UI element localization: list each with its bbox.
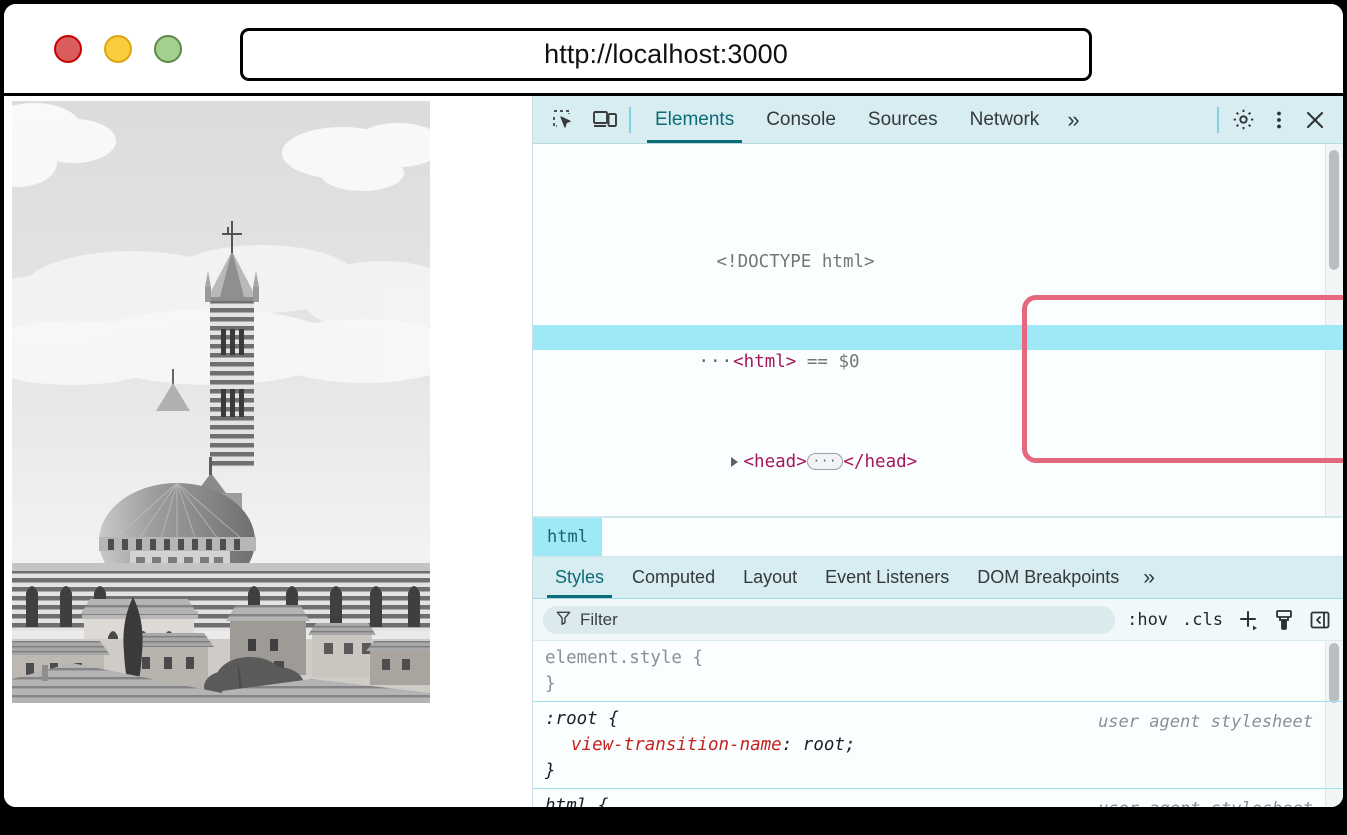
head-children-ellipsis[interactable]: ··· bbox=[806, 453, 844, 470]
toolbar-divider-right bbox=[1217, 106, 1219, 133]
cathedral-photo-graphic bbox=[12, 101, 430, 703]
element-style-selector[interactable]: element.style bbox=[545, 648, 682, 668]
html-collapsed-dots: ··· bbox=[698, 352, 734, 372]
gear-icon[interactable] bbox=[1227, 104, 1259, 136]
tab-network-label: Network bbox=[969, 108, 1040, 130]
tab-sources[interactable]: Sources bbox=[852, 96, 954, 143]
tab-styles[interactable]: Styles bbox=[541, 557, 618, 598]
styles-filter-bar: Filter :hov .cls bbox=[533, 599, 1343, 641]
tab-dom-breakpoints[interactable]: DOM Breakpoints bbox=[963, 557, 1133, 598]
tab-console[interactable]: Console bbox=[750, 96, 852, 143]
filter-funnel-icon bbox=[555, 609, 572, 631]
toolbar-divider bbox=[629, 106, 631, 133]
devtools-toolbar-right-icons bbox=[1227, 96, 1343, 143]
more-tabs-chevron-icon[interactable]: » bbox=[1055, 96, 1088, 143]
devtools-tabs: Elements Console Sources Network » bbox=[639, 96, 1209, 143]
address-bar-url: http://localhost:3000 bbox=[544, 39, 788, 69]
tab-event-listeners-label: Event Listeners bbox=[825, 567, 950, 587]
root-close-brace: } bbox=[545, 761, 556, 781]
dom-tree-panel[interactable]: <!DOCTYPE html> ···<html> == $0 <head> ··… bbox=[533, 144, 1343, 517]
paintbrush-icon[interactable] bbox=[1271, 607, 1297, 633]
tab-console-label: Console bbox=[766, 108, 836, 130]
breadcrumb-item-html[interactable]: html bbox=[533, 518, 602, 556]
root-declaration-line[interactable]: view-transition-name: root; bbox=[533, 732, 1343, 758]
root-selector[interactable]: :root bbox=[545, 709, 598, 729]
style-rule-html[interactable]: html { user agent stylesheet bbox=[533, 789, 1343, 807]
tab-dom-breakpoints-label: DOM Breakpoints bbox=[977, 567, 1120, 587]
tab-elements[interactable]: Elements bbox=[639, 96, 750, 143]
doctype-text: <!DOCTYPE html> bbox=[716, 252, 875, 272]
chevron-right-icon[interactable] bbox=[730, 457, 738, 467]
html-rule-selector[interactable]: html bbox=[545, 796, 587, 807]
devtools-toolbar: Elements Console Sources Network » bbox=[533, 96, 1343, 144]
head-close-tag: </head> bbox=[843, 452, 918, 472]
html-rule-origin: user agent stylesheet bbox=[1098, 796, 1313, 807]
styles-more-tabs-chevron-icon[interactable]: » bbox=[1133, 557, 1162, 598]
style-rule-root[interactable]: :root { user agent stylesheet view-trans… bbox=[533, 702, 1343, 789]
element-style-close-brace: } bbox=[545, 674, 556, 694]
tab-network[interactable]: Network bbox=[954, 96, 1056, 143]
styles-sidebar-tabs: Styles Computed Layout Event Listeners D… bbox=[533, 557, 1343, 599]
tab-elements-label: Elements bbox=[655, 108, 735, 130]
tab-computed-label: Computed bbox=[632, 567, 716, 587]
inspect-element-icon[interactable] bbox=[547, 104, 579, 136]
tab-layout[interactable]: Layout bbox=[729, 557, 811, 598]
devtools-toolbar-left-icons bbox=[533, 96, 621, 143]
html-tag: <html> bbox=[733, 352, 797, 372]
filter-input[interactable]: Filter bbox=[543, 605, 1116, 634]
html-selected-marker: == $0 bbox=[806, 352, 860, 372]
kebab-menu-icon[interactable] bbox=[1263, 104, 1295, 136]
address-bar[interactable]: http://localhost:3000 bbox=[240, 28, 1092, 81]
window-controls bbox=[54, 34, 182, 63]
root-property-name[interactable]: view-transition-name bbox=[571, 735, 782, 755]
tab-sources-label: Sources bbox=[867, 108, 938, 130]
close-window-button[interactable] bbox=[54, 34, 82, 63]
device-toolbar-icon[interactable] bbox=[589, 104, 621, 136]
browser-titlebar: http://localhost:3000 bbox=[4, 4, 1343, 96]
minimize-window-button[interactable] bbox=[104, 34, 132, 63]
tab-computed[interactable]: Computed bbox=[618, 557, 729, 598]
style-rule-element-style[interactable]: element.style { } bbox=[533, 641, 1343, 702]
cathedral-photo bbox=[12, 101, 430, 703]
head-open-tag: <head> bbox=[743, 452, 807, 472]
styles-rules-pane[interactable]: element.style { } :root { user agent sty… bbox=[533, 641, 1343, 807]
dom-breadcrumb[interactable]: html bbox=[533, 517, 1343, 557]
plus-new-style-rule-icon[interactable] bbox=[1235, 607, 1261, 633]
tab-layout-label: Layout bbox=[743, 567, 798, 587]
filter-input-text: Filter bbox=[580, 609, 618, 629]
element-style-selector-line: element.style { bbox=[545, 648, 704, 668]
devtools-panel: Elements Console Sources Network » <!DOC… bbox=[532, 96, 1343, 807]
toggle-sidebar-icon[interactable] bbox=[1307, 607, 1333, 633]
root-rule-origin: user agent stylesheet bbox=[1098, 712, 1313, 732]
maximize-window-button[interactable] bbox=[154, 34, 182, 63]
dom-line-head[interactable]: <head> ··· </head> bbox=[533, 425, 1343, 472]
dom-line-doctype: <!DOCTYPE html> bbox=[533, 225, 1343, 272]
root-property-value[interactable]: root bbox=[803, 735, 845, 755]
dom-tree: <!DOCTYPE html> ···<html> == $0 <head> ··… bbox=[533, 144, 1343, 516]
browser-window: http://localhost:3000 Elements Console S… bbox=[4, 4, 1343, 807]
page-viewport bbox=[4, 96, 532, 807]
screenshot-root: http://localhost:3000 Elements Console S… bbox=[0, 0, 1347, 835]
cls-toggle-button[interactable]: .cls bbox=[1180, 610, 1225, 630]
close-icon[interactable] bbox=[1299, 104, 1331, 136]
dom-line-html[interactable]: ···<html> == $0 bbox=[533, 325, 1343, 372]
tab-event-listeners[interactable]: Event Listeners bbox=[811, 557, 963, 598]
browser-body: Elements Console Sources Network » <!DOC… bbox=[4, 96, 1343, 807]
tab-styles-label: Styles bbox=[555, 567, 605, 587]
hov-toggle-button[interactable]: :hov bbox=[1125, 610, 1170, 630]
